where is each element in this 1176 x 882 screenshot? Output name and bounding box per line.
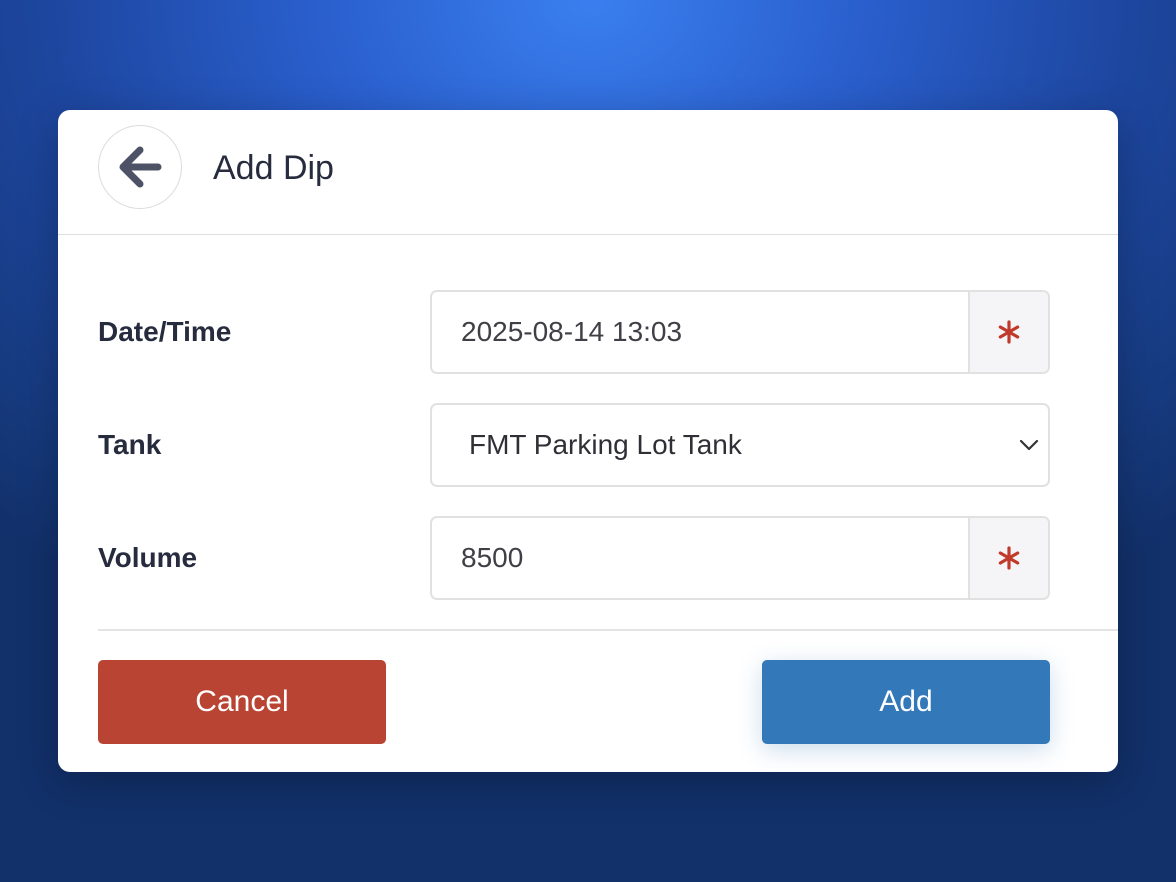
footer-divider xyxy=(98,629,1118,631)
asterisk-icon xyxy=(998,320,1020,344)
back-button[interactable] xyxy=(98,125,182,209)
tank-selected-value: FMT Parking Lot Tank xyxy=(469,429,742,460)
datetime-field[interactable]: 2025-08-14 13:03 xyxy=(430,290,1050,374)
chevron-down-icon xyxy=(1019,439,1039,451)
page-title: Add Dip xyxy=(213,149,334,187)
cancel-button[interactable]: Cancel xyxy=(98,660,386,744)
volume-input[interactable]: 8500 xyxy=(461,518,523,598)
datetime-row: Date/Time 2025-08-14 13:03 xyxy=(98,290,1050,374)
datetime-input[interactable]: 2025-08-14 13:03 xyxy=(461,292,682,372)
dialog-header: Add Dip xyxy=(58,110,1118,235)
add-button[interactable]: Add xyxy=(762,660,1050,744)
arrow-left-icon xyxy=(119,146,162,188)
datetime-label: Date/Time xyxy=(98,316,232,347)
add-dip-dialog: Add Dip Date/Time 2025-08-14 13:03 Tank … xyxy=(58,110,1118,772)
tank-select[interactable]: FMT Parking Lot Tank xyxy=(430,403,1050,487)
tank-label: Tank xyxy=(98,429,162,460)
asterisk-icon xyxy=(998,546,1020,570)
volume-row: Volume 8500 xyxy=(98,516,1050,600)
volume-label: Volume xyxy=(98,542,198,573)
tank-row: Tank FMT Parking Lot Tank xyxy=(98,403,1050,487)
volume-field[interactable]: 8500 xyxy=(430,516,1050,600)
required-indicator xyxy=(968,518,1048,598)
required-indicator xyxy=(968,292,1048,372)
